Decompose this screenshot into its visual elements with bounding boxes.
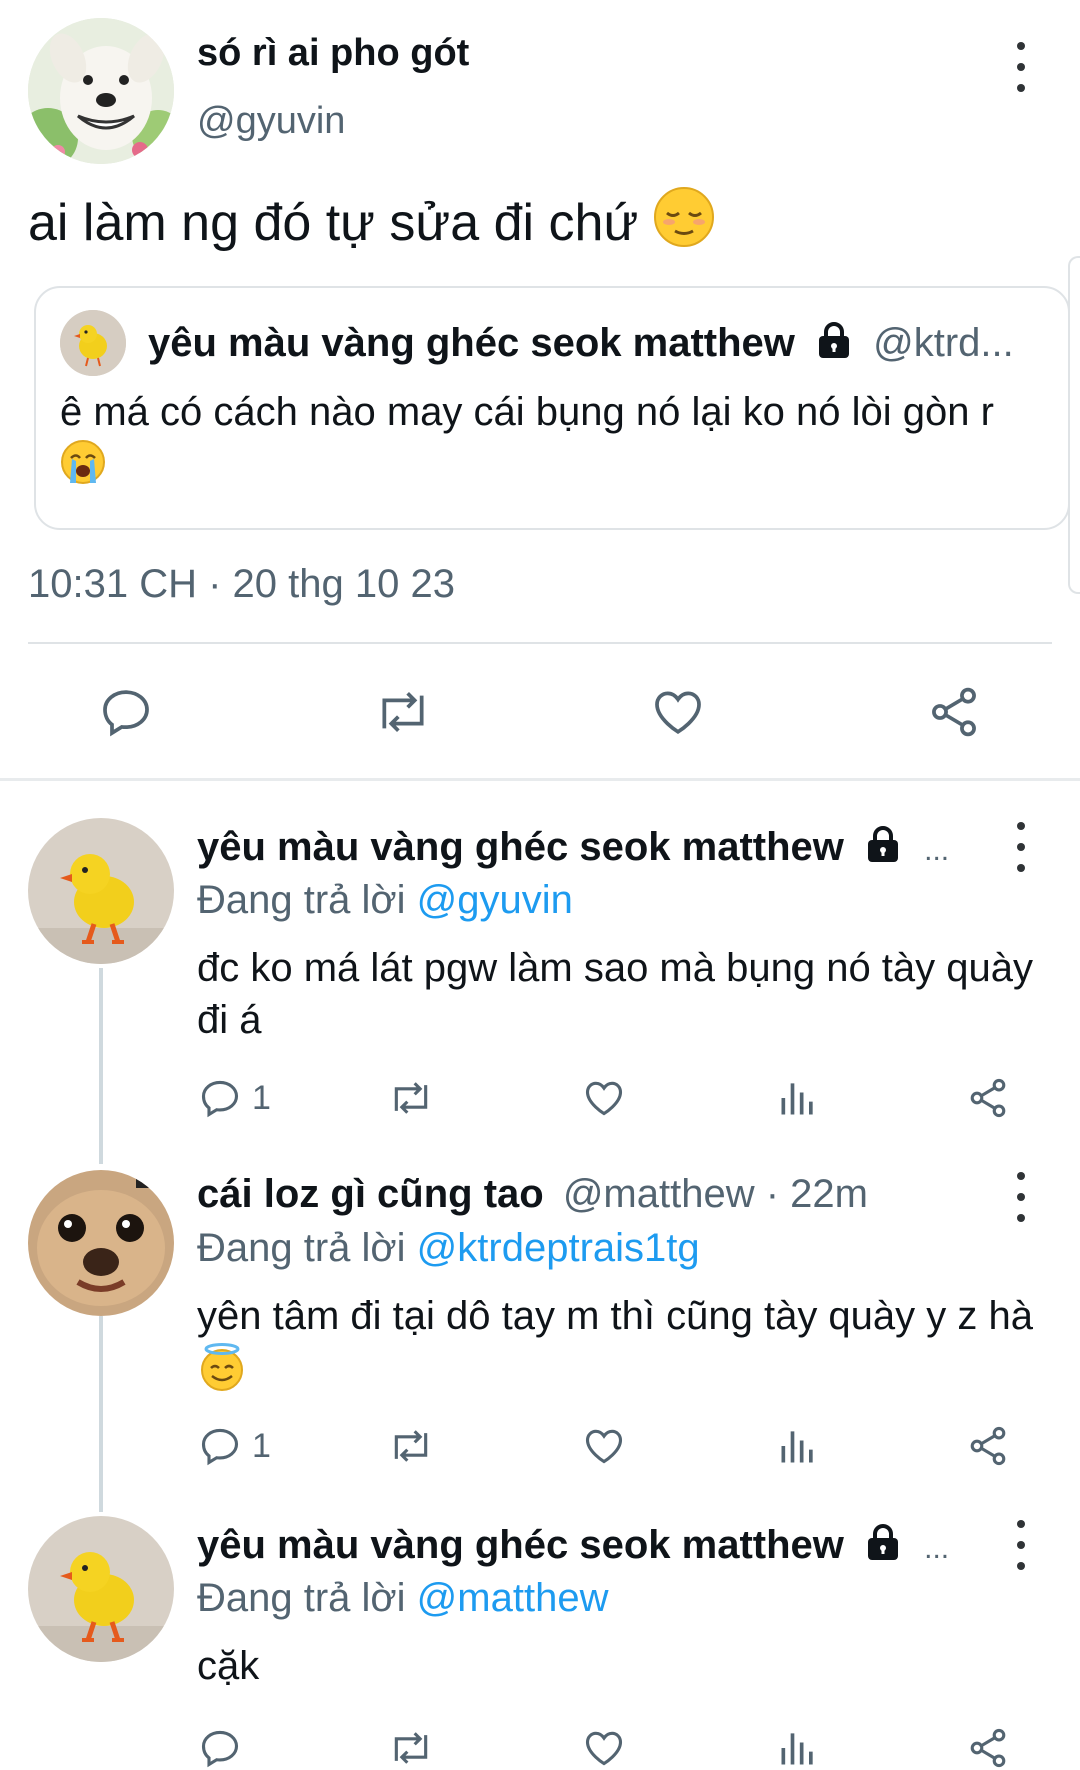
- reply-3-name-suffix: ...: [924, 1532, 950, 1565]
- like-icon: [585, 1731, 623, 1766]
- analytics-icon: [781, 1431, 813, 1463]
- main-display-name[interactable]: só rì ai pho gót: [197, 32, 469, 75]
- reply-3-like-button[interactable]: [582, 1726, 626, 1770]
- reply-1-replying-to[interactable]: @gyuvin: [417, 878, 573, 922]
- relieved-face-icon: [653, 186, 715, 263]
- reply-2-text: yên tâm đi tại dô tay m thì cũng tày quà…: [197, 1294, 1033, 1338]
- reply-3-share-button[interactable]: [966, 1726, 1010, 1770]
- thread-line-2: [99, 1316, 103, 1512]
- share-icon: [932, 687, 976, 737]
- reply-icon: [201, 1080, 239, 1118]
- main-section-divider: [0, 778, 1080, 781]
- reply-2-handle-time: @matthew · 22m: [562, 1172, 868, 1216]
- reply-2-like-button[interactable]: [582, 1424, 626, 1468]
- reply-1-name-suffix: ...: [924, 834, 950, 867]
- reply-2-replying-prefix: Đang trả lời: [197, 1226, 406, 1270]
- reply-icon: [103, 690, 149, 737]
- reply-1-views-button[interactable]: [776, 1076, 820, 1120]
- quoted-header: yêu màu vàng ghéc seok matthew @ktrd...: [148, 320, 1014, 370]
- reply-3-views-button[interactable]: [776, 1726, 820, 1770]
- main-retweet-button[interactable]: [372, 684, 434, 740]
- reply-3-display-name[interactable]: yêu màu vàng ghéc seok matthew: [197, 1523, 844, 1567]
- reply-2-share-button[interactable]: [966, 1424, 1010, 1468]
- reply-1-share-button[interactable]: [966, 1076, 1010, 1120]
- reply-3-replying-prefix: Đang trả lời: [197, 1576, 406, 1620]
- reply-3-header: yêu màu vàng ghéc seok matthew ...: [197, 1522, 949, 1572]
- reply-2-retweet-button[interactable]: [386, 1424, 436, 1468]
- reply-3-replying-to[interactable]: @matthew: [417, 1576, 609, 1620]
- reply-2-views-button[interactable]: [776, 1424, 820, 1468]
- reply-1-avatar[interactable]: [28, 818, 174, 964]
- reply-2-more-icon[interactable]: [1014, 1172, 1028, 1222]
- yellow-chick-avatar-image: [28, 818, 174, 964]
- reply-3-more-icon[interactable]: [1014, 1520, 1028, 1570]
- reply-2-reply-button[interactable]: 1: [198, 1424, 271, 1468]
- reply-3-retweet-button[interactable]: [386, 1726, 436, 1770]
- reply-3-replying-line: Đang trả lời @matthew: [197, 1576, 608, 1621]
- reply-2-reply-count: 1: [252, 1426, 271, 1465]
- lock-icon: [814, 320, 854, 370]
- reply-3-reply-button[interactable]: [198, 1726, 242, 1770]
- quoted-handle: @ktrd...: [873, 321, 1014, 365]
- quoted-display-name: yêu màu vàng ghéc seok matthew: [148, 321, 795, 365]
- quoted-avatar: [60, 310, 126, 376]
- reply-2-header: cái loz gì cũng tao @matthew · 22m: [197, 1172, 868, 1217]
- reply-icon: [201, 1428, 239, 1466]
- retweet-icon: [394, 1082, 428, 1114]
- smiling-face-with-halo-icon: [197, 1342, 247, 1405]
- main-avatar[interactable]: [28, 18, 174, 164]
- reply-1-header: yêu màu vàng ghéc seok matthew ...: [197, 824, 949, 874]
- analytics-icon: [781, 1733, 813, 1765]
- reply-icon: [201, 1730, 239, 1768]
- retweet-icon: [394, 1430, 428, 1462]
- retweet-icon: [382, 692, 424, 732]
- reply-1-replying-line: Đang trả lời @gyuvin: [197, 878, 573, 923]
- like-icon: [585, 1429, 623, 1464]
- smiling-dog-avatar-image: [28, 18, 174, 164]
- reply-2-replying-line: Đang trả lời @ktrdeptrais1tg: [197, 1226, 700, 1271]
- reply-1-replying-prefix: Đang trả lời: [197, 878, 406, 922]
- share-icon: [970, 1426, 1006, 1466]
- lock-icon: [863, 824, 903, 874]
- reply-1-reply-count: 1: [252, 1078, 271, 1117]
- reply-3-avatar[interactable]: [28, 1516, 174, 1662]
- main-tweet-text: ai làm ng đó tự sửa đi chứ: [28, 194, 639, 252]
- reply-1-more-icon[interactable]: [1014, 822, 1028, 872]
- reply-3-text: cặk: [197, 1644, 260, 1688]
- share-icon: [970, 1078, 1006, 1118]
- analytics-icon: [781, 1083, 813, 1115]
- lock-icon: [863, 1522, 903, 1572]
- main-like-button[interactable]: [650, 684, 706, 740]
- share-icon: [970, 1728, 1006, 1768]
- thread-line-1: [99, 968, 103, 1164]
- reply-2-avatar[interactable]: [28, 1170, 174, 1316]
- main-reply-button[interactable]: [98, 684, 154, 740]
- loudly-crying-face-icon: [60, 439, 106, 498]
- reply-1-display-name[interactable]: yêu màu vàng ghéc seok matthew: [197, 825, 844, 869]
- main-tweet-text-row: ai làm ng đó tự sửa đi chứ: [28, 186, 715, 263]
- chihuahua-avatar-image: [28, 1170, 174, 1316]
- reply-1-reply-button[interactable]: 1: [198, 1076, 271, 1120]
- like-icon: [655, 691, 701, 735]
- scrollbar[interactable]: [1068, 256, 1080, 594]
- reply-2-display-name[interactable]: cái loz gì cũng tao: [197, 1172, 544, 1216]
- like-icon: [585, 1081, 623, 1116]
- yellow-chick-avatar-image: [28, 1516, 174, 1662]
- retweet-icon: [394, 1732, 428, 1764]
- quoted-text-block: ê má có cách nào may cái bụng nó lại ko …: [60, 386, 1020, 498]
- main-handle[interactable]: @gyuvin: [197, 100, 345, 143]
- reply-1-text: đc ko má lát pgw làm sao mà bụng nó tày …: [197, 946, 1034, 1042]
- reply-1-retweet-button[interactable]: [386, 1076, 436, 1120]
- main-more-icon[interactable]: [1014, 42, 1028, 92]
- reply-1-like-button[interactable]: [582, 1076, 626, 1120]
- timestamp-divider: [28, 642, 1052, 644]
- reply-2-replying-to[interactable]: @ktrdeptrais1tg: [417, 1226, 700, 1270]
- main-share-button[interactable]: [926, 684, 982, 740]
- main-timestamp[interactable]: 10:31 CH · 20 thg 10 23: [28, 562, 455, 607]
- reply-2-text-block: yên tâm đi tại dô tay m thì cũng tày quà…: [197, 1290, 1057, 1405]
- yellow-chick-avatar-image: [60, 310, 126, 376]
- quoted-text: ê má có cách nào may cái bụng nó lại ko …: [60, 390, 994, 434]
